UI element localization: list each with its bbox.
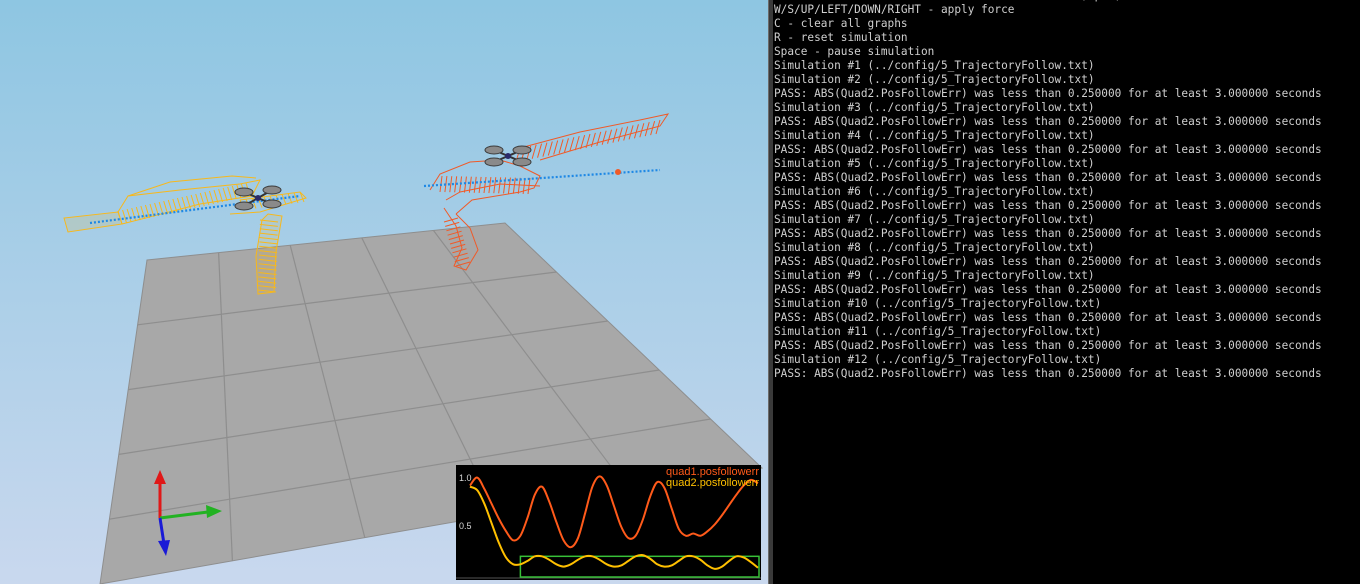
console-line: Simulation #2 (../config/5_TrajectoryFol…: [774, 73, 1095, 86]
console-output: LEFT DRAG / X+LEFT DRAG / Z+LEFT DRAG = …: [774, 0, 1322, 381]
console-line: PASS: ABS(Quad2.PosFollowErr) was less t…: [774, 311, 1322, 324]
console-line: Simulation #7 (../config/5_TrajectoryFol…: [774, 213, 1095, 226]
error-graph-panel: 1.0 0.5 quad1.posfollowerr quad2.posfoll…: [456, 465, 761, 580]
console-line: Simulation #8 (../config/5_TrajectoryFol…: [774, 241, 1095, 254]
console-line: Simulation #5 (../config/5_TrajectoryFol…: [774, 157, 1095, 170]
console-line: PASS: ABS(Quad2.PosFollowErr) was less t…: [774, 255, 1322, 268]
console-line: PASS: ABS(Quad2.PosFollowErr) was less t…: [774, 283, 1322, 296]
console-line: C - clear all graphs: [774, 17, 908, 30]
console-line: PASS: ABS(Quad2.PosFollowErr) was less t…: [774, 115, 1322, 128]
console-line: PASS: ABS(Quad2.PosFollowErr) was less t…: [774, 143, 1322, 156]
ytick-label: 1.0: [459, 473, 472, 483]
console-line: PASS: ABS(Quad2.PosFollowErr) was less t…: [774, 227, 1322, 240]
console-line: Simulation #11 (../config/5_TrajectoryFo…: [774, 325, 1102, 338]
console-line: Simulation #1 (../config/5_TrajectoryFol…: [774, 59, 1095, 72]
console-line: PASS: ABS(Quad2.PosFollowErr) was less t…: [774, 339, 1322, 352]
quad1-target-marker: [615, 169, 621, 175]
console-line: Simulation #9 (../config/5_TrajectoryFol…: [774, 269, 1095, 282]
console-line: Simulation #12 (../config/5_TrajectoryFo…: [774, 353, 1102, 366]
console-line: Simulation #3 (../config/5_TrajectoryFol…: [774, 101, 1095, 114]
console-line: PASS: ABS(Quad2.PosFollowErr) was less t…: [774, 171, 1322, 184]
console-line: PASS: ABS(Quad2.PosFollowErr) was less t…: [774, 87, 1322, 100]
3d-viewport[interactable]: 1.0 0.5 quad1.posfollowerr quad2.posfoll…: [0, 0, 768, 584]
console-line: R - reset simulation: [774, 31, 908, 44]
console-line: W/S/UP/LEFT/DOWN/RIGHT - apply force: [774, 3, 1015, 16]
legend-quad2: quad2.posfollowerr: [666, 477, 759, 489]
console-line: Simulation #6 (../config/5_TrajectoryFol…: [774, 185, 1095, 198]
console-line: Simulation #4 (../config/5_TrajectoryFol…: [774, 129, 1095, 142]
console-line: Space - pause simulation: [774, 45, 935, 58]
ytick-label: 0.5: [459, 521, 472, 531]
console-window[interactable]: LEFT DRAG / X+LEFT DRAG / Z+LEFT DRAG = …: [773, 0, 1360, 584]
console-line: PASS: ABS(Quad2.PosFollowErr) was less t…: [774, 367, 1322, 380]
console-line: Simulation #10 (../config/5_TrajectoryFo…: [774, 297, 1102, 310]
console-line: PASS: ABS(Quad2.PosFollowErr) was less t…: [774, 199, 1322, 212]
